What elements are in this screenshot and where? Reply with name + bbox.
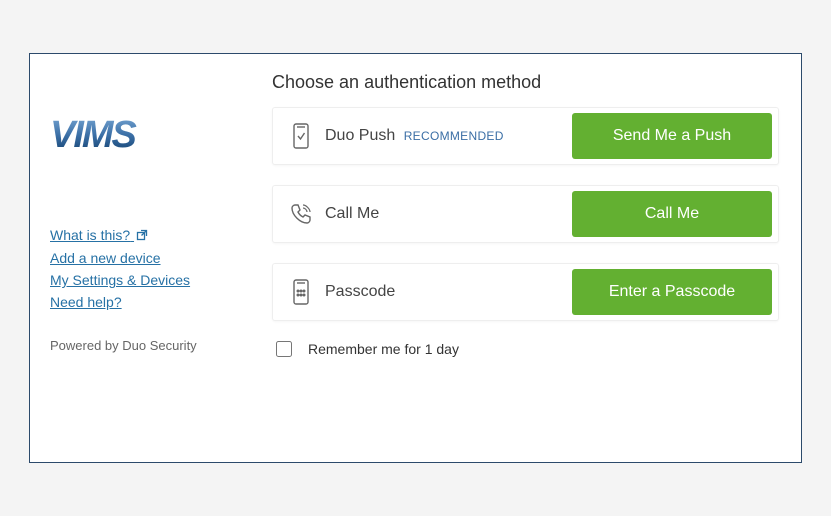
what-is-this-link[interactable]: What is this?: [50, 227, 148, 244]
enter-passcode-button[interactable]: Enter a Passcode: [572, 269, 772, 315]
my-settings-link[interactable]: My Settings & Devices: [50, 272, 190, 288]
auth-panel: VIMS What is this? Add a new device My S…: [29, 53, 802, 463]
phone-call-icon: [287, 202, 315, 226]
method-duo-push: Duo Push RECOMMENDED Send Me a Push: [272, 107, 779, 165]
add-device-link[interactable]: Add a new device: [50, 250, 161, 266]
call-me-button[interactable]: Call Me: [572, 191, 772, 237]
remember-checkbox[interactable]: [276, 341, 292, 357]
passcode-icon: [287, 279, 315, 305]
phone-push-icon: [287, 123, 315, 149]
duo-push-label: Duo Push: [325, 127, 395, 144]
remember-row: Remember me for 1 day: [272, 341, 779, 357]
what-is-this-label: What is this?: [50, 227, 130, 243]
method-call: Call Me Call Me: [272, 185, 779, 243]
remember-label: Remember me for 1 day: [308, 341, 459, 357]
recommended-badge: RECOMMENDED: [404, 129, 504, 143]
need-help-link[interactable]: Need help?: [50, 294, 122, 310]
method-passcode: Passcode Enter a Passcode: [272, 263, 779, 321]
external-link-icon: [136, 228, 148, 244]
powered-by: Powered by Duo Security: [50, 338, 230, 353]
sidebar: VIMS What is this? Add a new device My S…: [30, 54, 250, 462]
passcode-label: Passcode: [325, 283, 572, 301]
send-push-button[interactable]: Send Me a Push: [572, 113, 772, 159]
main-content: Choose an authentication method Duo Push…: [250, 54, 801, 462]
call-me-label: Call Me: [325, 205, 572, 223]
page-title: Choose an authentication method: [272, 72, 779, 93]
logo: VIMS: [50, 114, 230, 157]
method-label: Duo Push RECOMMENDED: [325, 127, 572, 145]
sidebar-links: What is this? Add a new device My Settin…: [50, 227, 230, 310]
